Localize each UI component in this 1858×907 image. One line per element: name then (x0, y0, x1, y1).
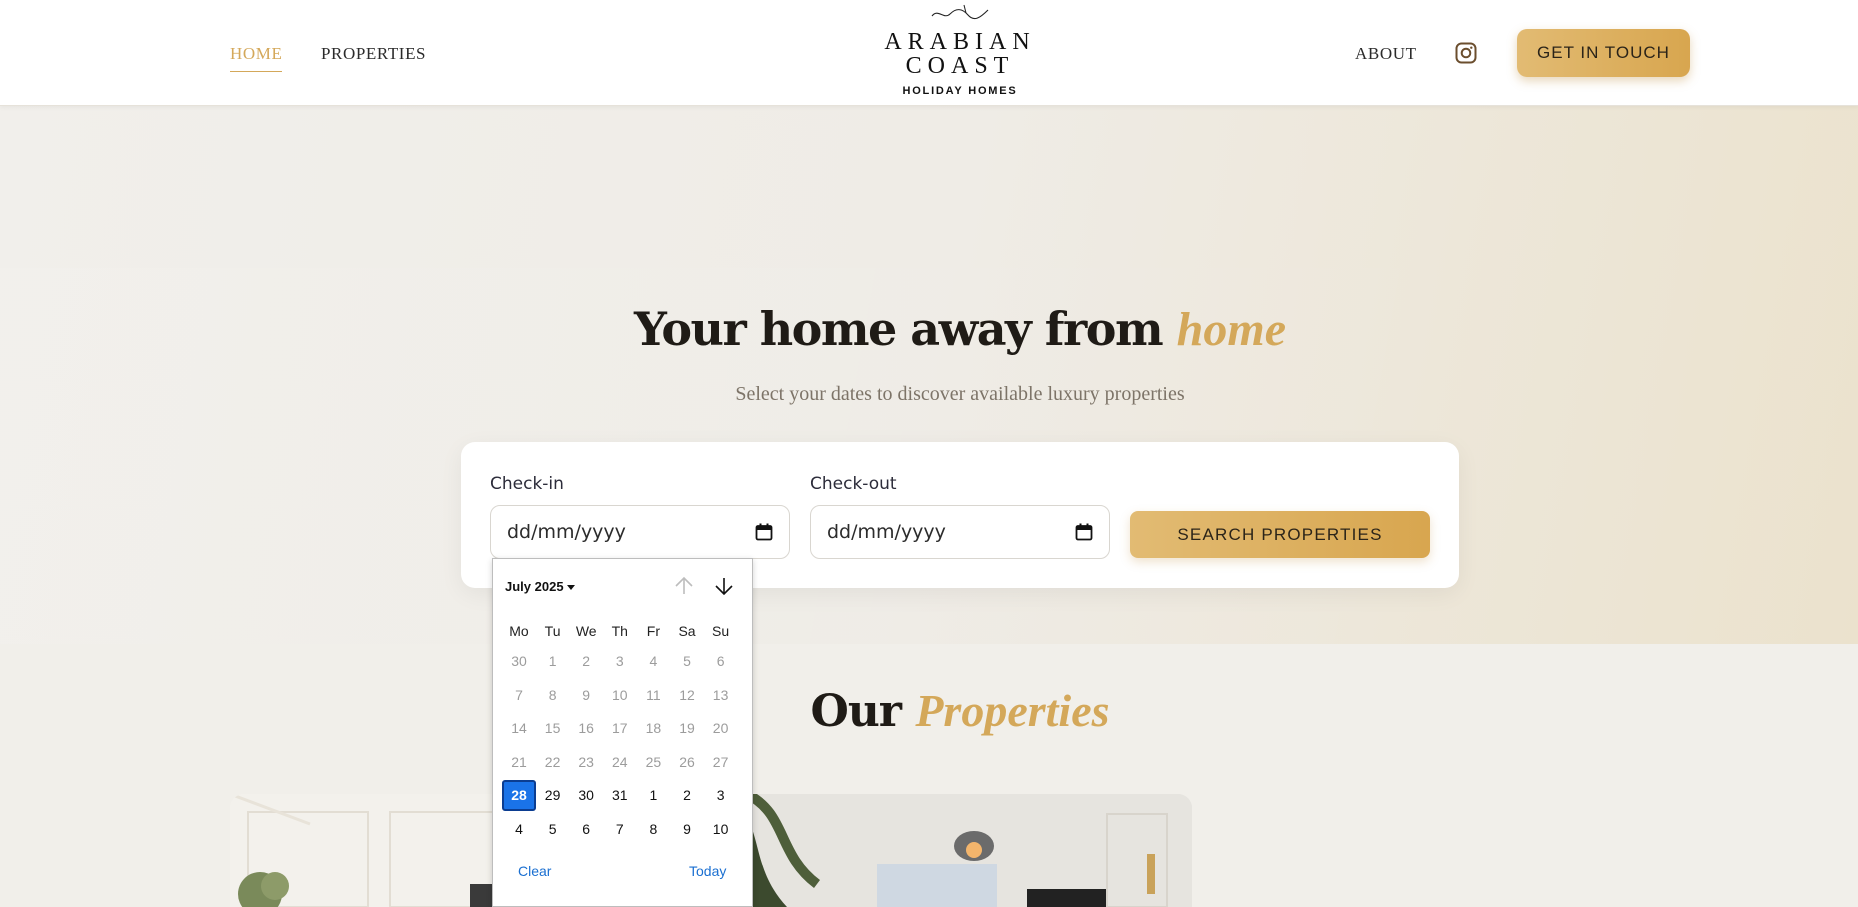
checkin-value: dd/mm/yyyy (507, 521, 626, 543)
calendar-day[interactable]: 15 (536, 717, 570, 739)
calendar-day[interactable]: 8 (536, 684, 570, 706)
calendar-day[interactable]: 4 (502, 818, 536, 840)
checkout-label: Check-out (810, 474, 897, 494)
logo-subtitle: HOLIDAY HOMES (902, 85, 1018, 97)
calendar-day[interactable]: 7 (502, 684, 536, 706)
weekday-header: Su (712, 623, 730, 639)
calendar-day[interactable]: 3 (704, 784, 738, 806)
calendar-day[interactable]: 19 (670, 717, 704, 739)
properties-title-accent: Properties (915, 685, 1110, 736)
calendar-day[interactable]: 8 (636, 818, 670, 840)
calendar-day[interactable]: 22 (536, 751, 570, 773)
hero-subtitle: Select your dates to discover available … (735, 383, 1185, 405)
calendar-day[interactable]: 12 (670, 684, 704, 706)
calendar-day[interactable]: 30 (502, 650, 536, 672)
calendar-day[interactable]: 20 (704, 717, 738, 739)
weekday-header: Tu (544, 623, 561, 639)
today-button[interactable]: Today (689, 863, 726, 879)
calendar-day[interactable]: 2 (569, 650, 603, 672)
calendar-day[interactable]: 23 (569, 751, 603, 773)
calendar-day[interactable]: 9 (670, 818, 704, 840)
calendar-icon[interactable] (1075, 523, 1093, 541)
next-month-arrow-icon[interactable] (713, 575, 735, 597)
checkout-value: dd/mm/yyyy (827, 521, 946, 543)
weekday-header: Th (611, 623, 628, 639)
weekday-header: Fr (646, 623, 660, 639)
get-in-touch-button[interactable]: GET IN TOUCH (1517, 29, 1690, 77)
calendar-day[interactable]: 17 (603, 717, 637, 739)
property-card-image[interactable] (727, 794, 1192, 907)
previous-month-arrow-icon[interactable] (673, 575, 695, 597)
calendar-day[interactable]: 13 (704, 684, 738, 706)
logo-text-line1: ARABIAN (884, 29, 1036, 55)
calendar-day[interactable]: 26 (670, 751, 704, 773)
calendar-day[interactable]: 27 (704, 751, 738, 773)
logo-text-line2: COAST (905, 53, 1015, 79)
nav-properties-link[interactable]: PROPERTIES (321, 44, 426, 64)
weekday-header: We (575, 623, 597, 639)
checkin-date-input[interactable]: dd/mm/yyyy (490, 505, 790, 559)
hero-title-accent: home (1176, 303, 1286, 356)
calendar-day[interactable]: 6 (569, 818, 603, 840)
properties-title-text: Our (810, 686, 916, 737)
nav-about-link[interactable]: ABOUT (1355, 44, 1417, 64)
calendar-day[interactable]: 16 (569, 717, 603, 739)
hero-title: Your home away from home (0, 302, 1858, 357)
calendar-day[interactable]: 10 (603, 684, 637, 706)
calendar-day[interactable]: 24 (603, 751, 637, 773)
calendar-day[interactable]: 30 (569, 784, 603, 806)
calendar-day[interactable]: 1 (636, 784, 670, 806)
calendar-day[interactable]: 18 (636, 717, 670, 739)
calendar-day[interactable]: 9 (569, 684, 603, 706)
calendar-day[interactable]: 29 (536, 784, 570, 806)
hero-title-text: Your home away from (634, 302, 1177, 356)
date-picker-popup: July 2025 Mo Tu We Th Fr Sa Su 30 1 2 3 4 5 6 7 8 9 10 11 1… (492, 558, 753, 907)
calendar-day[interactable]: 7 (603, 818, 637, 840)
calendar-day[interactable]: 4 (636, 650, 670, 672)
checkout-date-input[interactable]: dd/mm/yyyy (810, 505, 1110, 559)
site-header: HOME PROPERTIES ARABIAN COAST HOLIDAY HO… (0, 0, 1858, 106)
property-photo-interior (727, 794, 1192, 907)
weekday-header: Sa (678, 623, 696, 639)
calendar-day[interactable]: 5 (670, 650, 704, 672)
calendar-day[interactable]: 5 (536, 818, 570, 840)
calendar-day[interactable]: 25 (636, 751, 670, 773)
calendar-day[interactable]: 21 (502, 751, 536, 773)
month-year-selector[interactable]: July 2025 (505, 579, 575, 594)
instagram-icon[interactable] (1455, 42, 1477, 64)
logo-script-mark (931, 4, 989, 20)
nav-home-link[interactable]: HOME (230, 44, 283, 72)
weekday-header: Mo (509, 623, 529, 639)
calendar-day-selected[interactable]: 28 (502, 780, 536, 811)
month-year-label: July 2025 (505, 579, 564, 594)
search-properties-button[interactable]: SEARCH PROPERTIES (1130, 511, 1430, 558)
calendar-icon[interactable] (755, 523, 773, 541)
calendar-day[interactable]: 1 (536, 650, 570, 672)
calendar-day[interactable]: 10 (704, 818, 738, 840)
dropdown-caret-icon (566, 585, 575, 591)
calendar-day[interactable]: 6 (704, 650, 738, 672)
clear-date-button[interactable]: Clear (518, 863, 551, 879)
checkin-label: Check-in (490, 474, 564, 494)
calendar-day[interactable]: 3 (603, 650, 637, 672)
properties-title: Our Properties (0, 684, 1858, 737)
calendar-day[interactable]: 11 (636, 684, 670, 706)
calendar-day[interactable]: 31 (603, 784, 637, 806)
site-logo[interactable]: ARABIAN COAST HOLIDAY HOMES (880, 2, 1040, 102)
calendar-day[interactable]: 14 (502, 717, 536, 739)
calendar-day[interactable]: 2 (670, 784, 704, 806)
